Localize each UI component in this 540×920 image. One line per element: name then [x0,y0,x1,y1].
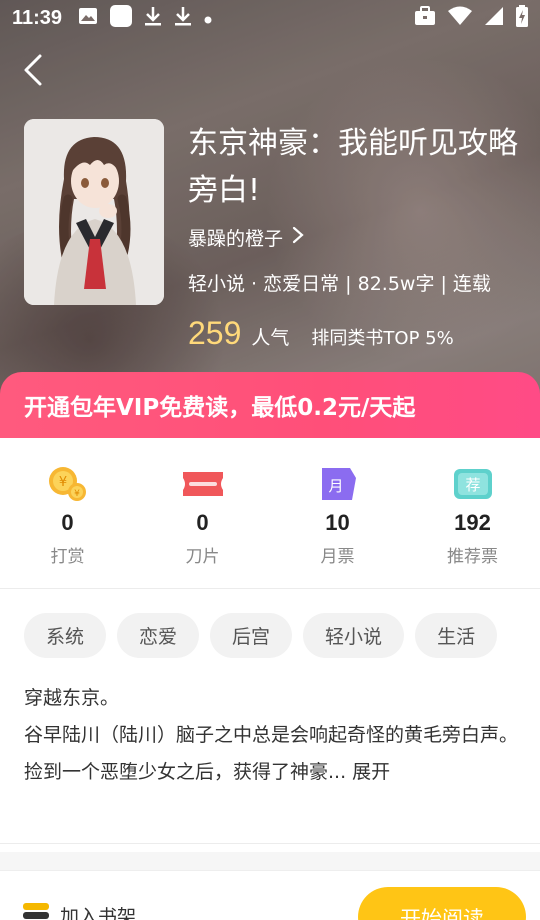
popularity-row: 259 人气 排同类书TOP 5% [188,315,454,352]
divider [0,588,540,589]
description-line-last: 捡到一个恶堕少女之后，获得了神豪... 展开 [24,754,520,791]
back-button[interactable] [18,50,54,90]
book-cover-image[interactable] [24,119,164,305]
divider [0,843,540,844]
stat-monthly-ticket[interactable]: 月 10 月票 [270,438,405,588]
status-time: 11:39 [12,6,63,29]
stat-value: 0 [196,510,209,535]
stat-value: 192 [454,510,491,535]
recommend-ticket-icon: 荐 [451,464,495,504]
vip-banner[interactable]: 开通包年VIP免费读，最低0.2元/天起 [0,372,540,438]
expand-link[interactable]: 展开 [352,761,390,783]
battery-icon [516,5,528,31]
bookshelf-icon [22,901,50,920]
author-name: 暴躁的橙子 [188,228,284,250]
bottom-action-bar: 加入书架 开始阅读 [0,870,540,920]
author-link[interactable]: 暴躁的橙子 [188,224,305,251]
tag-chip[interactable]: 恋爱 [117,613,200,658]
svg-text:月: 月 [328,477,343,495]
section-separator [0,852,540,870]
app-notification-icon [110,5,133,31]
description-line: 谷早陆川（陆川）脑子之中总是会响起奇怪的黄毛旁白声。 [24,724,519,746]
popularity-label: 人气 [251,327,290,349]
wifi-icon [448,6,472,30]
vip-banner-text: 开通包年VIP免费读，最低0.2元/天起 [24,395,416,421]
stat-label: 打赏 [50,547,85,567]
svg-text:¥: ¥ [58,475,66,490]
start-reading-label: 开始阅读 [400,907,484,920]
briefcase-icon [414,6,436,30]
coins-icon: ¥ ¥ [46,464,90,504]
blade-icon [181,464,225,504]
popularity-value: 259 [188,315,242,351]
status-bar: 11:39 [0,0,540,36]
book-meta: 轻小说 · 恋爱日常 | 82.5w字 | 连载 [188,273,491,295]
stat-label: 刀片 [185,547,220,567]
rank-text: 排同类书TOP 5% [311,328,454,349]
stat-recommend-ticket[interactable]: 荐 192 推荐票 [405,438,540,588]
description-line: 捡到一个恶堕少女之后，获得了神豪... [24,761,347,783]
stat-label: 推荐票 [447,547,498,567]
tag-list: 系统 恋爱 后宫 轻小说 生活 [24,613,498,658]
tag-chip[interactable]: 后宫 [210,613,293,658]
stat-tip[interactable]: ¥ ¥ 0 打赏 [0,438,135,588]
stats-row: ¥ ¥ 0 打赏 0 刀片 月 10 月票 荐 192 推荐票 [0,438,540,588]
stat-value: 10 [325,510,350,535]
start-reading-button[interactable]: 开始阅读 [358,887,526,920]
stat-value: 0 [61,510,74,535]
svg-text:¥: ¥ [74,489,80,499]
description-line: 穿越东京。 [24,687,120,709]
svg-text:荐: 荐 [465,476,480,494]
monthly-ticket-icon: 月 [316,464,360,504]
stat-label: 月票 [320,547,355,567]
add-to-shelf-label: 加入书架 [60,906,137,920]
download-icon [174,6,192,30]
download-icon [144,6,162,30]
chevron-right-icon [291,226,305,249]
book-description: 穿越东京。 谷早陆川（陆川）脑子之中总是会响起奇怪的黄毛旁白声。 捡到一个恶堕少… [24,680,520,791]
stat-blade[interactable]: 0 刀片 [135,438,270,588]
cellular-signal-icon [484,6,504,30]
tag-chip[interactable]: 系统 [24,613,107,658]
book-title: 东京神豪：我能听见攻略旁白! [188,126,518,208]
tag-chip[interactable]: 生活 [415,613,498,658]
image-notification-icon [78,7,98,29]
dot-icon [204,9,212,28]
add-to-shelf-button[interactable]: 加入书架 [22,901,136,920]
tag-chip[interactable]: 轻小说 [303,613,405,658]
chevron-left-icon [18,54,54,94]
